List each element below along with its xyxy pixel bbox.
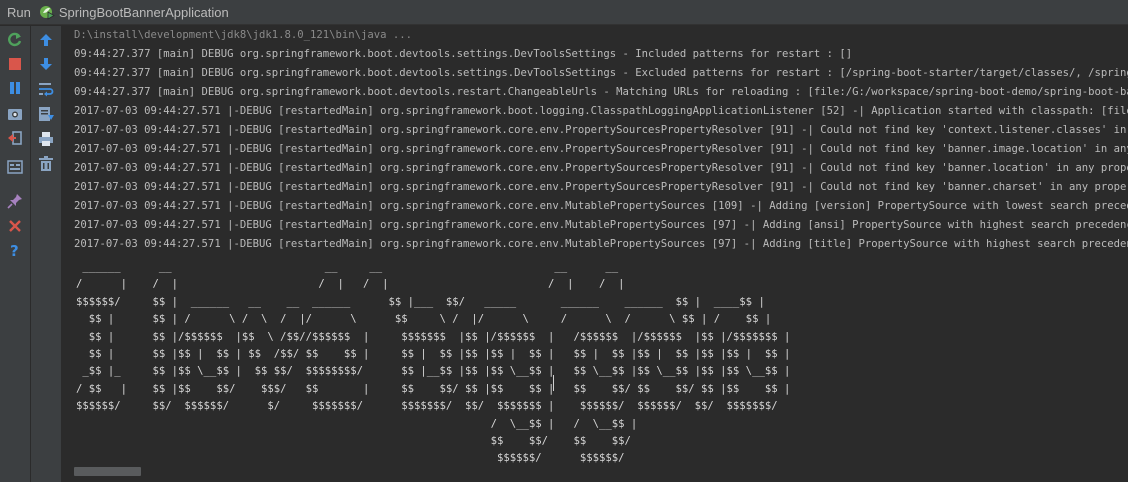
- pin-icon[interactable]: [5, 191, 25, 211]
- scroll-to-end-icon[interactable]: [36, 104, 56, 124]
- log-line: 2017-07-03 09:44:27.571 |-DEBUG [restart…: [74, 105, 1128, 117]
- log-line: 2017-07-03 09:44:27.571 |-DEBUG [restart…: [74, 181, 1128, 193]
- console-output[interactable]: D:\install\development\jdk8\jdk1.8.0_121…: [62, 26, 1128, 482]
- svg-text:?: ?: [10, 242, 19, 258]
- run-configuration-name[interactable]: SpringBootBannerApplication: [59, 5, 229, 20]
- up-arrow-icon[interactable]: [36, 30, 56, 50]
- banner-row: $$ | $$ | / \ / \ / |/ \ $$ \ / |/ \ / \…: [76, 313, 772, 326]
- run-tool-window-header: Run SpringBootBannerApplication: [0, 0, 1128, 25]
- spring-boot-run-icon: [39, 4, 55, 20]
- down-arrow-icon[interactable]: [36, 54, 56, 74]
- dump-threads-icon[interactable]: [5, 104, 25, 124]
- banner-row: $$ | $$ |$$ | $$ | $$ /$$/ $$ $$ | $$ | …: [76, 348, 791, 361]
- banner-row: ______ __ __ __ __ __: [76, 261, 619, 273]
- pause-icon[interactable]: [5, 78, 25, 98]
- log-line: 2017-07-03 09:44:27.571 |-DEBUG [restart…: [74, 200, 1128, 212]
- log-line: 2017-07-03 09:44:27.571 |-DEBUG [restart…: [74, 143, 1128, 155]
- layout-icon[interactable]: [5, 157, 25, 177]
- soft-wrap-icon[interactable]: [36, 79, 56, 99]
- banner-row: / \__$$ | / \__$$ |: [76, 417, 638, 430]
- log-line: 09:44:27.377 [main] DEBUG org.springfram…: [74, 67, 1128, 79]
- close-icon[interactable]: [5, 216, 25, 236]
- banner-row: $$$$$$/ $$ | ______ __ __ ______ $$ |___…: [76, 295, 765, 308]
- banner-row: _$$ |_ $$ |$$ \__$$ | $$ $$/ $$$$$$$$/ $…: [76, 365, 791, 378]
- log-line: 2017-07-03 09:44:27.571 |-DEBUG [restart…: [74, 238, 1128, 250]
- text-cursor: [553, 375, 554, 391]
- help-icon[interactable]: ?: [5, 240, 25, 260]
- log-line: 2017-07-03 09:44:27.571 |-DEBUG [restart…: [74, 162, 1128, 174]
- run-toolbar-secondary: [31, 26, 61, 482]
- clear-all-icon[interactable]: [36, 154, 56, 174]
- banner-row: / $$ | $$ |$$ $$/ $$$/ $$ | $$ $$/ $$ |$…: [76, 382, 791, 395]
- log-line: 09:44:27.377 [main] DEBUG org.springfram…: [74, 86, 1128, 98]
- banner-row: $$$$$$/ $$$$$$/: [76, 452, 625, 465]
- command-line: D:\install\development\jdk8\jdk1.8.0_121…: [74, 29, 413, 41]
- rerun-icon[interactable]: [5, 30, 25, 50]
- log-line: 2017-07-03 09:44:27.571 |-DEBUG [restart…: [74, 219, 1128, 231]
- banner-row: $$ | $$ |/$$$$$$ |$$ \ /$$//$$$$$$ | $$$…: [76, 330, 791, 343]
- horizontal-scrollbar-thumb[interactable]: [74, 467, 141, 476]
- print-icon[interactable]: [36, 129, 56, 149]
- stop-icon[interactable]: [5, 54, 25, 74]
- ascii-banner: ______ __ __ __ __ __ / | / | / | / | / …: [76, 259, 790, 468]
- run-toolbar-primary: ?: [0, 26, 30, 482]
- banner-row: $$$$$$/ $$/ $$$$$$/ $/ $$$$$$$/ $$$$$$$/…: [76, 400, 778, 413]
- banner-row: $$ $$/ $$ $$/: [76, 435, 631, 448]
- log-line: 2017-07-03 09:44:27.571 |-DEBUG [restart…: [74, 124, 1128, 136]
- run-tab-label[interactable]: Run: [7, 5, 31, 20]
- exit-icon[interactable]: [5, 128, 25, 148]
- log-line: 09:44:27.377 [main] DEBUG org.springfram…: [74, 48, 853, 60]
- banner-row: / | / | / | / | / | / |: [76, 278, 625, 291]
